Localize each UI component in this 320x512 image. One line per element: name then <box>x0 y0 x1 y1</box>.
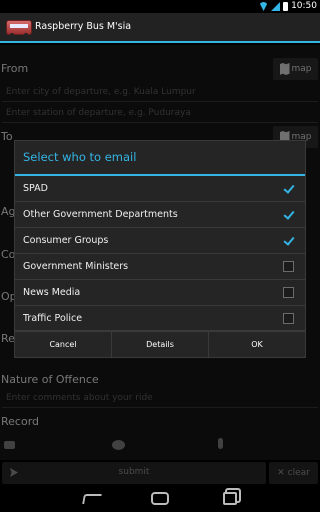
details-button[interactable]: Details <box>112 331 209 357</box>
checkbox-unchecked[interactable] <box>283 287 294 298</box>
email-recipients-dialog: Select who to email SPAD Other Governmen… <box>14 140 306 358</box>
option-government-ministers[interactable]: Government Ministers <box>15 254 305 280</box>
back-icon[interactable] <box>82 494 102 504</box>
option-label: Government Ministers <box>23 261 129 272</box>
checkbox-checked[interactable] <box>283 235 294 246</box>
checkbox-checked[interactable] <box>283 209 294 220</box>
option-consumer-groups[interactable]: Consumer Groups <box>15 228 305 254</box>
option-other-government-departments[interactable]: Other Government Departments <box>15 202 305 228</box>
option-traffic-police[interactable]: Traffic Police <box>15 306 305 332</box>
home-icon[interactable] <box>151 492 169 505</box>
bus-app-icon[interactable] <box>6 20 32 37</box>
option-label: Other Government Departments <box>23 209 178 220</box>
navigation-bar <box>0 486 320 512</box>
option-news-media[interactable]: News Media <box>15 280 305 306</box>
checkbox-unchecked[interactable] <box>283 313 294 324</box>
signal-icon <box>271 2 281 11</box>
checkbox-unchecked[interactable] <box>283 261 294 272</box>
option-label: SPAD <box>23 183 48 194</box>
option-label: News Media <box>23 287 81 298</box>
cancel-button[interactable]: Cancel <box>15 331 112 357</box>
wifi-icon <box>259 2 269 11</box>
option-spad[interactable]: SPAD <box>15 176 305 202</box>
app-title: Raspberry Bus M'sia <box>35 21 132 32</box>
recent-apps-icon[interactable] <box>223 492 237 505</box>
option-label: Traffic Police <box>23 313 83 324</box>
action-bar: Raspberry Bus M'sia <box>0 13 320 43</box>
status-time: 10:50 <box>291 1 317 11</box>
battery-icon <box>283 2 289 11</box>
status-bar: 10:50 <box>0 0 320 13</box>
option-label: Consumer Groups <box>23 235 109 246</box>
dialog-title: Select who to email <box>23 150 137 164</box>
ok-button[interactable]: OK <box>209 331 305 357</box>
checkbox-checked[interactable] <box>283 183 294 194</box>
dialog-button-row: Cancel Details OK <box>15 330 305 357</box>
